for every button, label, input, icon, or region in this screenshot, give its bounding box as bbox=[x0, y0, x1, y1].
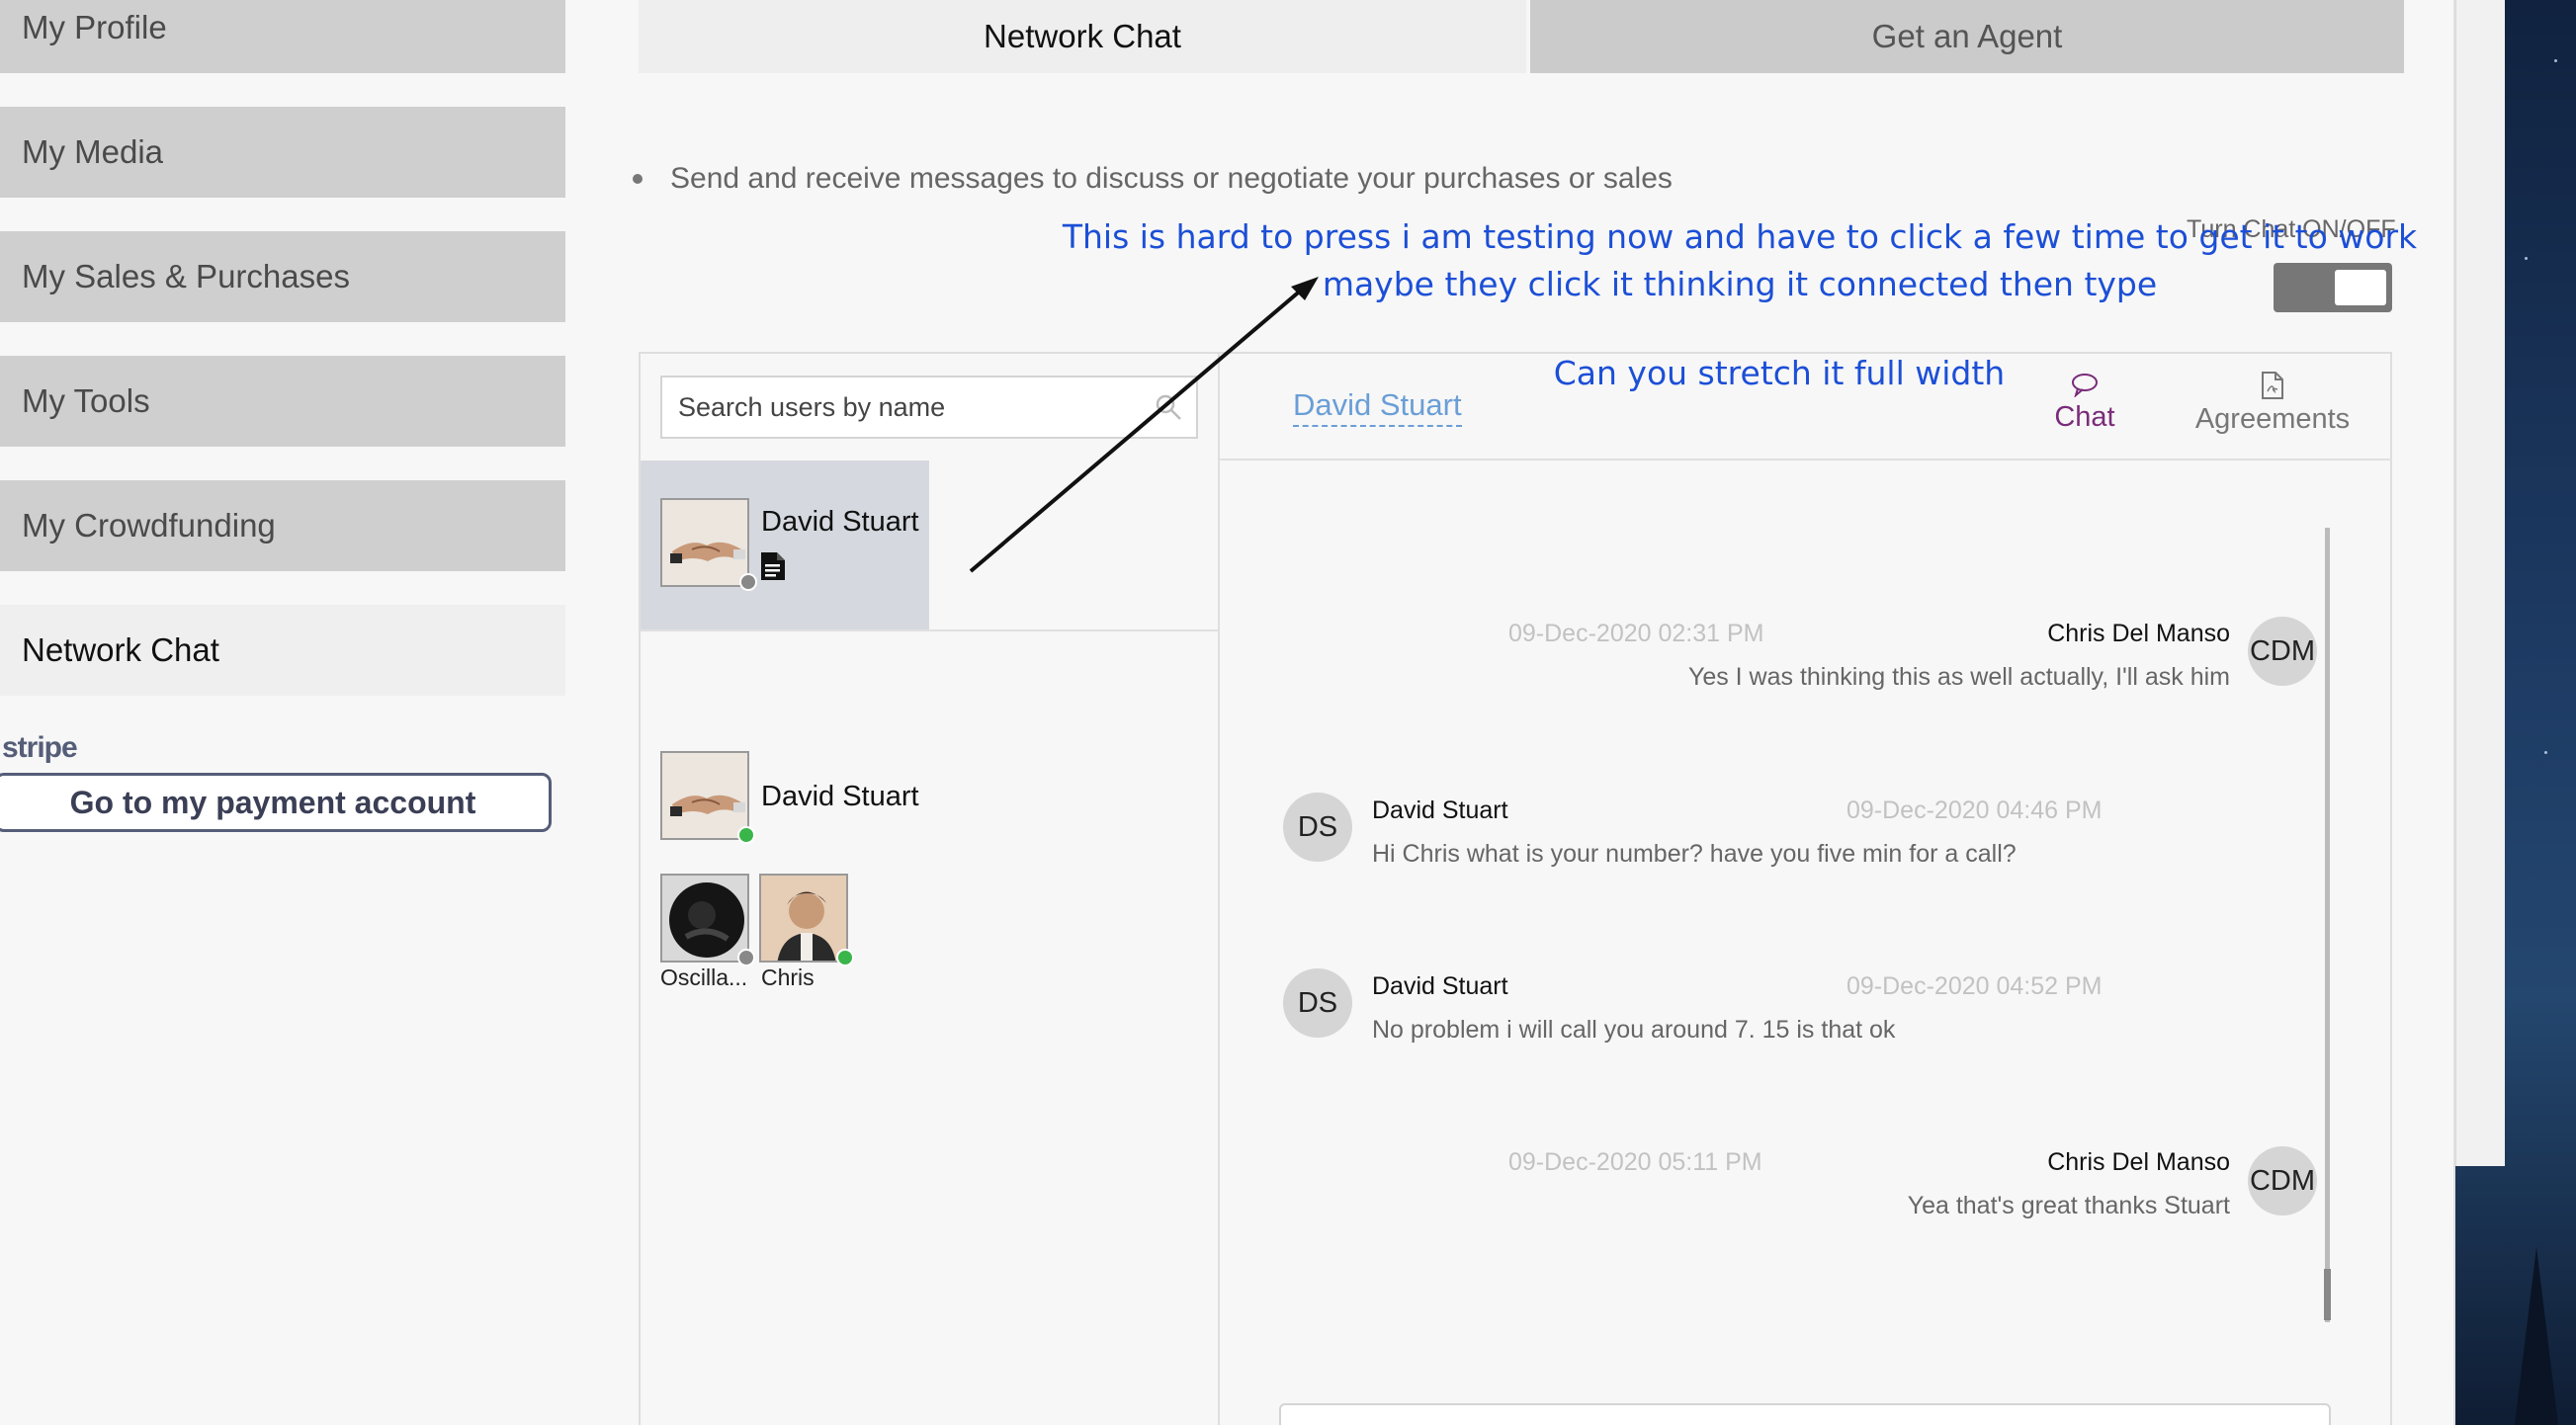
tab-chat[interactable]: Chat bbox=[2046, 372, 2123, 434]
message-text: Yea that's great thanks Stuart bbox=[1907, 1192, 2230, 1219]
avatar[interactable] bbox=[660, 874, 749, 963]
messages-scrollbar[interactable] bbox=[2325, 528, 2330, 1322]
annotation-note: This is hard to press i am testing now a… bbox=[1062, 217, 2418, 303]
page-edge bbox=[2453, 0, 2455, 1425]
sidebar: My Profile My Media My Sales & Purchases… bbox=[0, 0, 565, 1425]
message-text: Hi Chris what is your number? have you f… bbox=[1372, 840, 2017, 868]
background-window bbox=[2455, 0, 2505, 1166]
avatar: DS bbox=[1283, 968, 1352, 1038]
handshake-icon bbox=[662, 500, 747, 585]
sidebar-item-my-media[interactable]: My Media bbox=[0, 107, 565, 198]
message-sender: David Stuart bbox=[1372, 796, 1508, 824]
speech-bubble-icon bbox=[2072, 374, 2098, 397]
avatar: CDM bbox=[2248, 617, 2317, 686]
sidebar-item-my-crowdfunding[interactable]: My Crowdfunding bbox=[0, 480, 565, 571]
message-time: 09-Dec-2020 04:46 PM bbox=[1846, 796, 2103, 824]
contact-name: Chris bbox=[761, 964, 815, 990]
status-offline-icon bbox=[739, 573, 757, 591]
payment-account-button[interactable]: Go to my payment account bbox=[0, 773, 552, 832]
message-time: 09-Dec-2020 02:31 PM bbox=[1508, 620, 1764, 647]
document-icon[interactable] bbox=[759, 551, 787, 581]
message-text: No problem i will call you around 7. 15 … bbox=[1372, 1016, 1896, 1044]
avatar[interactable] bbox=[759, 874, 848, 963]
status-online-icon bbox=[836, 949, 854, 966]
tab-network-chat[interactable]: Network Chat bbox=[639, 0, 1526, 73]
tab-chat-label: Chat bbox=[2054, 401, 2115, 433]
contact-name: Oscilla... bbox=[660, 964, 748, 990]
message-sender: Chris Del Manso bbox=[2047, 620, 2230, 647]
annotation-note: Can you stretch it full width bbox=[1553, 354, 2006, 392]
message-input[interactable] bbox=[1279, 1403, 2331, 1425]
tab-get-an-agent[interactable]: Get an Agent bbox=[1530, 0, 2404, 73]
search-input[interactable]: Search users by name bbox=[660, 376, 1198, 439]
message-time: 09-Dec-2020 04:52 PM bbox=[1846, 972, 2103, 1000]
scrollbar-thumb[interactable] bbox=[2324, 1269, 2331, 1320]
avatar: CDM bbox=[2248, 1146, 2317, 1215]
message-sender: Chris Del Manso bbox=[2047, 1148, 2230, 1176]
dark-avatar-icon bbox=[662, 876, 747, 961]
stripe-logo: stripe bbox=[2, 731, 78, 764]
person-avatar-icon bbox=[761, 876, 846, 961]
avatar bbox=[660, 498, 749, 587]
sidebar-item-my-profile[interactable]: My Profile bbox=[0, 0, 565, 73]
bullet-icon bbox=[633, 174, 643, 184]
conversation-name: David Stuart bbox=[761, 506, 919, 538]
message-sender: David Stuart bbox=[1372, 972, 1508, 1000]
handshake-icon bbox=[662, 753, 747, 838]
status-online-icon bbox=[737, 826, 755, 844]
intro-bullet: Send and receive messages to discuss or … bbox=[633, 162, 1673, 196]
avatar: DS bbox=[1283, 793, 1352, 862]
avatar[interactable] bbox=[660, 751, 749, 840]
message-text: Yes I was thinking this as well actually… bbox=[1687, 663, 2230, 691]
pdf-document-icon bbox=[2262, 372, 2283, 399]
sidebar-item-network-chat[interactable]: Network Chat bbox=[0, 605, 565, 696]
tab-agreements[interactable]: Agreements bbox=[2171, 372, 2374, 436]
divider bbox=[1220, 459, 2392, 461]
tab-agreements-label: Agreements bbox=[2194, 403, 2351, 435]
divider bbox=[641, 629, 1220, 631]
sidebar-item-my-tools[interactable]: My Tools bbox=[0, 356, 565, 447]
message-time: 09-Dec-2020 05:11 PM bbox=[1508, 1148, 1762, 1176]
chat-partner-link[interactable]: David Stuart bbox=[1293, 387, 1462, 427]
contact-group-name[interactable]: David Stuart bbox=[761, 781, 919, 813]
sidebar-item-my-sales-purchases[interactable]: My Sales & Purchases bbox=[0, 231, 565, 322]
search-icon[interactable] bbox=[1155, 393, 1182, 421]
intro-text: Send and receive messages to discuss or … bbox=[670, 162, 1673, 195]
